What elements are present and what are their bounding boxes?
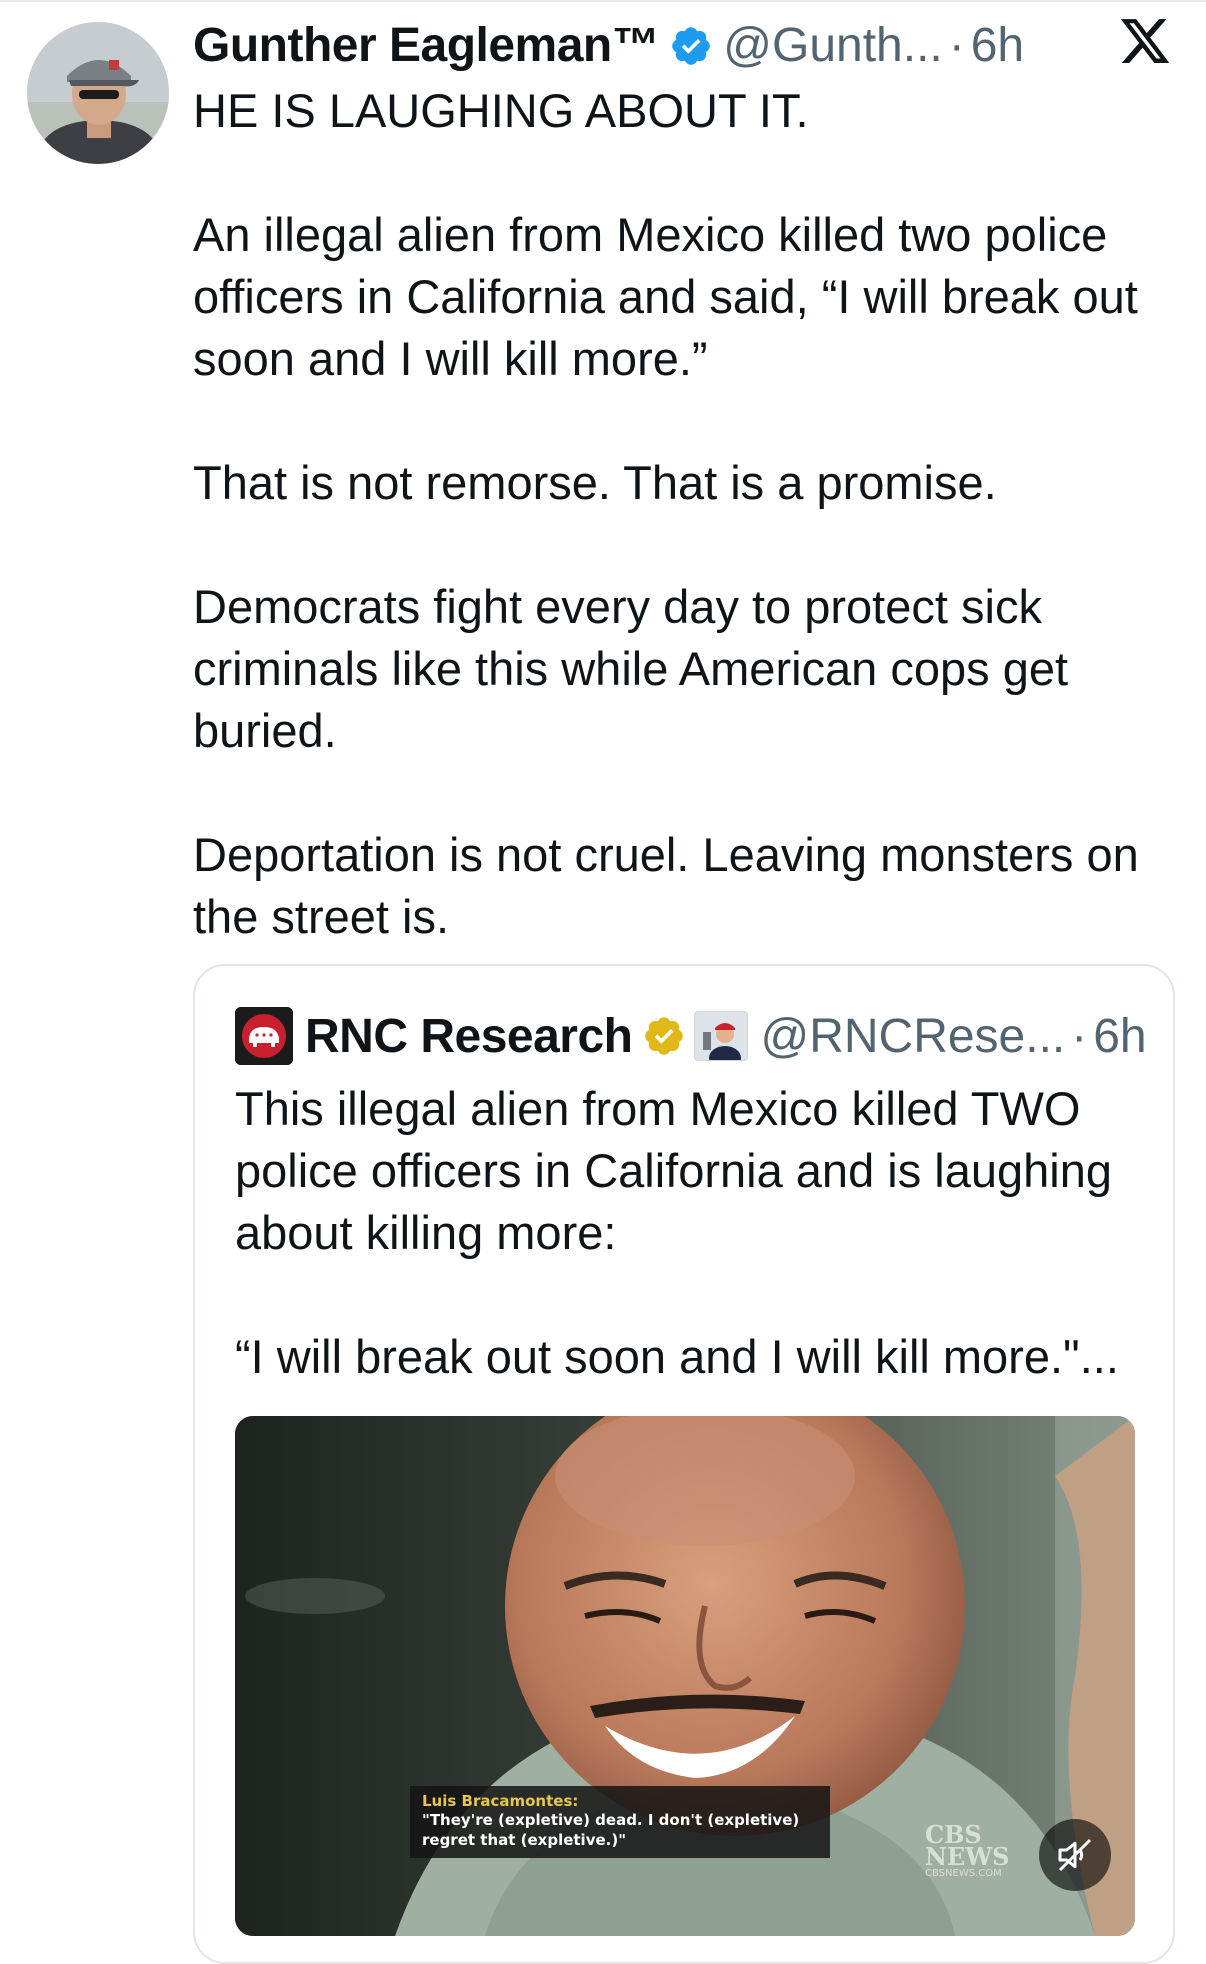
quoted-author-name[interactable]: RNC Research [305, 1009, 633, 1064]
quoted-tweet-time[interactable]: 6h [1093, 1009, 1146, 1064]
quoted-paragraph: This illegal alien from Mexico killed TW… [235, 1082, 1112, 1259]
caption-line: regret that (expletive.)" [422, 1831, 627, 1849]
avatar-photo [27, 22, 169, 164]
tweet-paragraph: Democrats fight every day to protect sic… [193, 580, 1069, 757]
tweet-paragraph: Deportation is not cruel. Leaving monste… [193, 828, 1139, 943]
elephant-icon [235, 1007, 293, 1065]
cbs-watermark-line: NEWS [925, 1842, 1010, 1871]
tweet-paragraph: That is not remorse. That is a promise. [193, 456, 997, 509]
author-handle[interactable]: @Gunth... [723, 16, 943, 76]
affiliate-avatar-image [695, 1012, 748, 1060]
quoted-tweet-card[interactable]: RNC Research @RNCRese... · 6h This illeg… [193, 964, 1175, 1964]
quoted-tweet-body: This illegal alien from Mexico killed TW… [235, 1078, 1155, 1388]
verified-badge-icon [672, 27, 711, 65]
mute-toggle-button[interactable] [1039, 1819, 1111, 1891]
caption-speaker: Luis Bracamontes: [422, 1792, 579, 1810]
quoted-author-handle[interactable]: @RNCRese... [760, 1009, 1065, 1064]
top-divider [0, 0, 1206, 2]
video-player[interactable]: Luis Bracamontes: "They're (expletive) d… [235, 1416, 1135, 1936]
gold-verified-badge-icon [645, 1017, 684, 1055]
tweet-paragraph: HE IS LAUGHING ABOUT IT. [193, 84, 809, 137]
tweet-header: Gunther Eagleman™ @Gunth... · 6h [193, 16, 1024, 76]
quoted-paragraph: “I will break out soon and I will kill m… [235, 1330, 1119, 1383]
muted-speaker-icon [1058, 1838, 1092, 1872]
meta-separator: · [1071, 1009, 1088, 1063]
rnc-logo-avatar[interactable] [235, 1007, 293, 1065]
quoted-tweet-header: RNC Research @RNCRese... · 6h [235, 1006, 1147, 1066]
tweet-paragraph: An illegal alien from Mexico killed two … [193, 208, 1138, 385]
video-caption: Luis Bracamontes: "They're (expletive) d… [410, 1786, 830, 1858]
x-logo-icon[interactable] [1118, 14, 1172, 68]
meta-separator: · [948, 19, 965, 72]
author-avatar[interactable] [27, 22, 169, 164]
tweet-time[interactable]: 6h [971, 16, 1024, 76]
cbs-watermark-url: CBSNEWS.COM [925, 1868, 1002, 1879]
affiliate-badge-icon [694, 1011, 749, 1061]
author-name[interactable]: Gunther Eagleman™ [193, 16, 660, 76]
tweet-body: HE IS LAUGHING ABOUT IT. An illegal alie… [193, 80, 1183, 948]
caption-line: "They're (expletive) dead. I don't (expl… [422, 1811, 800, 1829]
cbs-news-watermark: CBS NEWS CBSNEWS.COM [925, 1823, 1025, 1880]
